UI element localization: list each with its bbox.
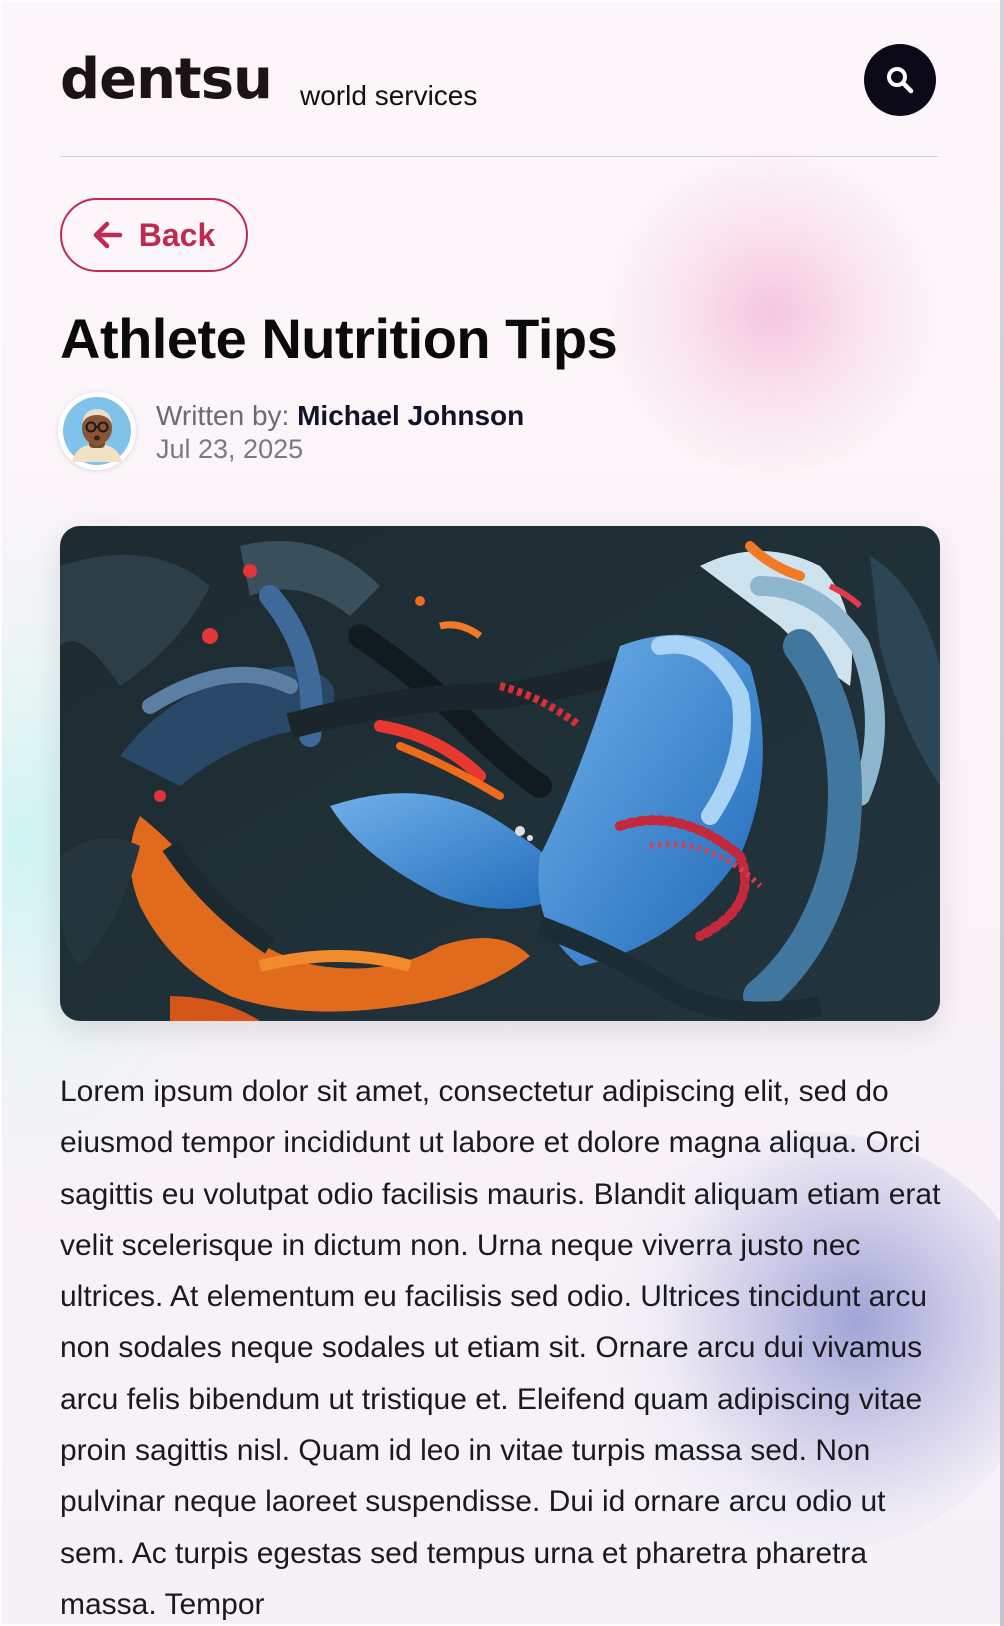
arrow-left-icon xyxy=(93,221,122,249)
search-icon xyxy=(887,67,914,94)
background-blob-pink xyxy=(592,152,952,472)
back-button[interactable]: Back xyxy=(60,198,248,272)
avatar-illustration xyxy=(63,397,131,465)
publish-date: Jul 23, 2025 xyxy=(156,434,304,464)
abstract-painting-image xyxy=(60,526,940,1021)
search-button[interactable] xyxy=(864,44,936,116)
article-body: Lorem ipsum dolor sit amet, consectetur … xyxy=(60,1075,941,1621)
byline-prefix: Written by: xyxy=(156,400,290,431)
brand-logo[interactable]: dentsu xyxy=(60,52,273,108)
brand-tagline: world services xyxy=(300,80,478,111)
hero-image xyxy=(60,526,940,1021)
author-name[interactable]: Michael Johnson xyxy=(297,400,524,431)
window-edge xyxy=(1000,0,1004,1626)
author-avatar[interactable] xyxy=(58,392,136,470)
browser-viewport: dentsu world services Back Athlete Nutri… xyxy=(0,0,1004,1626)
back-button-label: Back xyxy=(138,216,216,253)
author-byline: Written by: Michael Johnson xyxy=(156,400,524,432)
article-title: Athlete Nutrition Tips xyxy=(60,307,618,370)
article-page: dentsu world services Back Athlete Nutri… xyxy=(2,2,1000,1624)
site-header: dentsu world services xyxy=(60,38,938,157)
